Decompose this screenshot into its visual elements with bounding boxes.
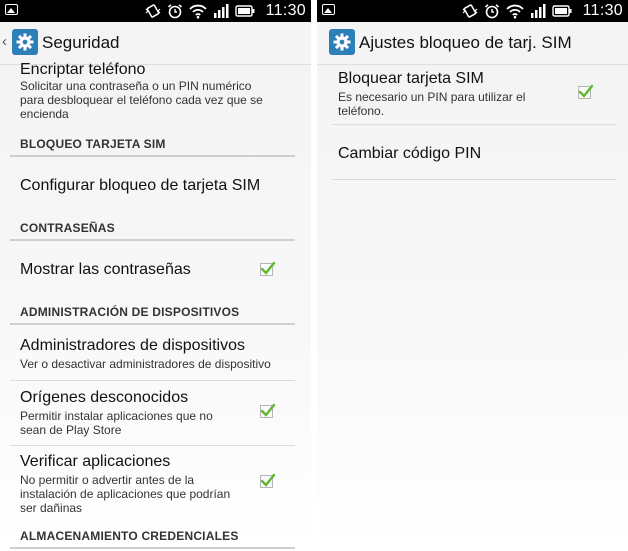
verify-apps-checkbox[interactable] [260, 473, 276, 488]
wifi-icon [506, 4, 524, 19]
device-admins-item[interactable]: Administradores de dispositivos Ver o de… [20, 337, 295, 371]
item-title: Encriptar teléfono [20, 61, 146, 78]
gallery-notification-icon [322, 4, 335, 15]
sim-lock-config-item[interactable]: Configurar bloqueo de tarjeta SIM [20, 177, 295, 195]
wifi-icon [189, 4, 207, 19]
alarm-icon [167, 4, 183, 19]
checkmark-icon [260, 403, 276, 417]
security-screen: 11:30 ‹ Seguridad Encriptar teléfono Sol… [0, 0, 311, 551]
section-divider [10, 155, 295, 157]
battery-icon [235, 5, 255, 17]
item-title: Mostrar las contraseñas [20, 261, 191, 278]
verify-apps-item[interactable]: Verificar aplicaciones No permitir o adv… [20, 453, 295, 515]
status-bar: 11:30 [317, 0, 628, 22]
item-title: Configurar bloqueo de tarjeta SIM [20, 177, 261, 194]
clock: 11:30 [265, 2, 306, 19]
show-passwords-checkbox[interactable] [260, 261, 276, 276]
item-divider [332, 179, 617, 180]
settings-list: Encriptar teléfono Solicitar una contras… [0, 61, 311, 551]
item-title: Orígenes desconocidos [20, 389, 189, 406]
section-divider [10, 547, 295, 549]
item-divider [332, 124, 617, 125]
battery-icon [552, 5, 572, 17]
lock-sim-checkbox[interactable] [578, 84, 594, 99]
checkmark-icon [578, 84, 594, 98]
item-title: Administradores de dispositivos [20, 337, 245, 354]
signal-icon [531, 4, 546, 18]
item-subtitle: Permitir instalar aplicaciones que no se… [20, 409, 213, 437]
lock-sim-item[interactable]: Bloquear tarjeta SIM Es necesario un PIN… [338, 70, 613, 118]
signal-icon [214, 4, 229, 18]
action-bar: Ajustes bloqueo de tarj. SIM [317, 22, 628, 65]
section-divider [10, 323, 295, 325]
page-title: Ajustes bloqueo de tarj. SIM [359, 33, 572, 52]
unknown-sources-checkbox[interactable] [260, 403, 276, 418]
show-passwords-item[interactable]: Mostrar las contraseñas [20, 261, 295, 279]
item-title: Bloquear tarjeta SIM [338, 70, 484, 87]
vibrate-icon [462, 4, 478, 18]
checkmark-icon [260, 473, 276, 487]
sim-lock-settings-screen: 11:30 Ajustes bloqueo de tarj. SIM Bloqu… [317, 0, 628, 551]
status-bar: 11:30 [0, 0, 311, 22]
alarm-icon [484, 4, 500, 19]
settings-list: Bloquear tarjeta SIM Es necesario un PIN… [317, 64, 628, 551]
settings-gear-icon[interactable] [329, 29, 355, 55]
back-chevron-icon[interactable]: ‹ [2, 33, 7, 50]
section-header-admin: ADMINISTRACIÓN DE DISPOSITIVOS [20, 305, 240, 319]
action-bar: ‹ Seguridad [0, 22, 311, 65]
section-divider [10, 239, 295, 241]
item-title: Verificar aplicaciones [20, 453, 171, 470]
clock: 11:30 [582, 2, 623, 19]
checkmark-icon [260, 261, 276, 275]
item-subtitle: No permitir o advertir antes de la insta… [20, 473, 231, 515]
item-subtitle: Es necesario un PIN para utilizar el tel… [338, 90, 526, 118]
item-divider [10, 380, 295, 381]
encrypt-phone-item[interactable]: Encriptar teléfono Solicitar una contras… [20, 61, 295, 121]
unknown-sources-item[interactable]: Orígenes desconocidos Permitir instalar … [20, 389, 295, 437]
item-divider [10, 445, 295, 446]
settings-gear-icon[interactable] [12, 29, 38, 55]
section-header-passwords: CONTRASEÑAS [20, 221, 115, 235]
change-pin-item[interactable]: Cambiar código PIN [338, 145, 613, 163]
item-title: Cambiar código PIN [338, 145, 482, 162]
vibrate-icon [145, 4, 161, 18]
item-subtitle: Ver o desactivar administradores de disp… [20, 357, 271, 371]
item-subtitle: Solicitar una contraseña o un PIN numéri… [20, 79, 263, 121]
section-header-sim: BLOQUEO TARJETA SIM [20, 137, 166, 151]
gallery-notification-icon [5, 4, 18, 15]
section-header-credentials: ALMACENAMIENTO CREDENCIALES [20, 529, 239, 543]
page-title: Seguridad [42, 33, 120, 52]
